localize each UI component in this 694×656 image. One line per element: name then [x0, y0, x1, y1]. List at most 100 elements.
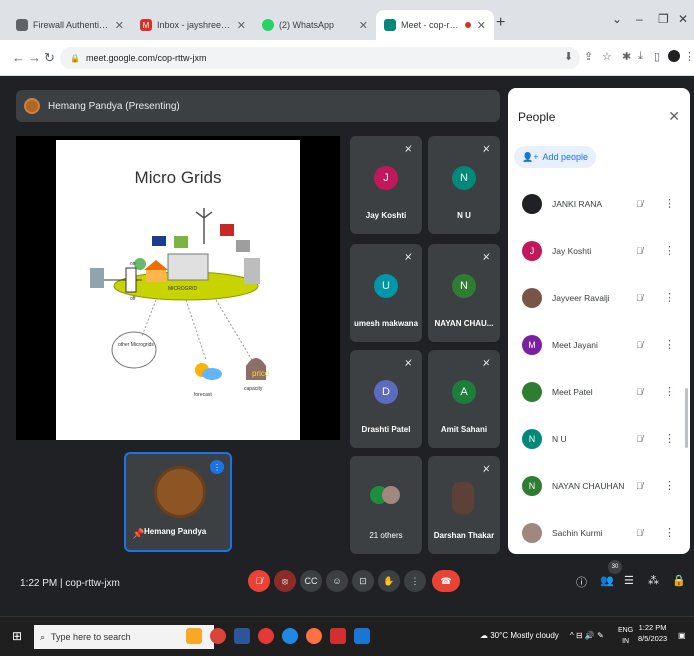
download-icon[interactable]: ⬇ — [564, 50, 573, 63]
participant-tile[interactable]: ✕̸ N N U — [428, 136, 500, 234]
raise-hand-button[interactable]: ✋ — [378, 570, 400, 592]
more-options-button[interactable]: ⋮ — [404, 570, 426, 592]
weather-widget[interactable]: ☁ 30°C Mostly cloudy — [480, 631, 559, 640]
participant-tile[interactable]: ✕̸ U umesh makwana — [350, 244, 422, 342]
people-list: JANKI RANA 🎙̸ ⋮ J Jay Koshti 🎙̸ ⋮ Jayvee… — [508, 180, 690, 554]
self-tile[interactable]: ⋮ 📌 Hemang Pandya — [124, 452, 232, 552]
list-item[interactable]: JANKI RANA 🎙̸ ⋮ — [508, 180, 690, 227]
list-item[interactable]: N NAYAN CHAUHAN 🎙̸ ⋮ — [508, 462, 690, 509]
downloads-icon[interactable]: ⤓ — [638, 50, 643, 63]
host-controls-icon[interactable]: 🔒 — [672, 574, 686, 587]
tab-gmail[interactable]: M Inbox - jayshreeramdarshan@gmail ✕ — [132, 10, 254, 40]
acrobat-icon[interactable] — [330, 628, 346, 644]
participant-tile[interactable]: ✕̸ A Amit Sahani — [428, 350, 500, 448]
more-options-icon[interactable]: ⋮ — [664, 244, 675, 257]
reload-icon[interactable]: ↻ — [44, 50, 55, 66]
list-item[interactable]: J Jay Koshti 🎙̸ ⋮ — [508, 227, 690, 274]
more-options-icon[interactable]: ⋮ — [664, 291, 675, 304]
shared-screen[interactable]: Micro Grids MICROGRID on off other Micro… — [16, 136, 340, 440]
language-indicator[interactable]: ENG IN — [618, 625, 633, 647]
system-tray-icons[interactable]: ^ ⊟ 🔊 ✎ — [570, 631, 604, 640]
windows-start-icon[interactable]: ⊞ — [12, 629, 22, 643]
list-item[interactable]: N N U 🎙̸ ⋮ — [508, 415, 690, 462]
people-scrollbar[interactable] — [685, 388, 688, 448]
muted-mic-icon: 🎙̸ — [636, 527, 643, 538]
list-item[interactable]: M Meet Jayani 🎙̸ ⋮ — [508, 321, 690, 368]
more-options-icon[interactable]: ⋮ — [664, 479, 675, 492]
add-people-button[interactable]: 👤+ Add people — [514, 146, 597, 168]
list-item[interactable]: Meet Patel 🎙̸ ⋮ — [508, 368, 690, 415]
url-field[interactable]: 🔒 meet.google.com/cop-rttw-jxm — [60, 47, 580, 69]
emoji-button[interactable]: ☺ — [326, 570, 348, 592]
brave-icon[interactable] — [306, 628, 322, 644]
mic-toggle-button[interactable]: 🎙̸ — [248, 570, 270, 592]
pin-icon[interactable]: 📌 — [132, 529, 144, 540]
file-explorer-icon[interactable] — [186, 628, 202, 644]
chat-icon[interactable]: ☰ — [624, 574, 634, 587]
more-options-icon[interactable]: ⋮ — [664, 526, 675, 539]
person-name: Jay Koshti — [552, 245, 592, 256]
taskbar-clock[interactable]: 1:22 PM 8/5/2023 — [638, 622, 667, 644]
muted-mic-icon: 🎙̸ — [636, 386, 643, 397]
back-icon[interactable]: ← — [12, 50, 25, 65]
chrome-icon[interactable] — [210, 628, 226, 644]
close-tab-icon[interactable]: ✕ — [237, 19, 246, 32]
more-options-icon[interactable]: ⋮ — [664, 197, 675, 210]
participant-name: Jay Koshti — [365, 211, 407, 220]
price-label: price — [252, 369, 270, 378]
new-tab-button[interactable]: + — [496, 14, 505, 32]
tab-search-icon[interactable]: ⌄ — [612, 12, 622, 26]
word-icon[interactable] — [234, 628, 250, 644]
speaking-indicator-icon: ⋮ — [210, 460, 224, 474]
muted-mic-icon: 🎙̸ — [636, 480, 643, 491]
profile-avatar[interactable] — [668, 50, 680, 62]
opera-icon[interactable] — [258, 628, 274, 644]
muted-mic-icon: 🎙̸ — [636, 433, 643, 444]
avatar: N — [452, 274, 476, 298]
sidepanel-icon[interactable]: ▯ — [654, 50, 660, 63]
captions-button[interactable]: CC — [300, 570, 322, 592]
leave-call-button[interactable]: ☎ — [432, 570, 460, 592]
close-tab-icon[interactable]: ✕ — [115, 19, 124, 32]
avatar: J — [374, 166, 398, 190]
more-options-icon[interactable]: ⋮ — [664, 385, 675, 398]
activities-icon[interactable]: ⁂ — [648, 574, 659, 587]
present-button[interactable]: ⊡ — [352, 570, 374, 592]
notifications-icon[interactable]: ▣ — [678, 631, 686, 640]
close-panel-icon[interactable]: ✕ — [668, 108, 680, 125]
close-tab-icon[interactable]: ✕ — [477, 19, 486, 32]
bookmark-star-icon[interactable]: ☆ — [602, 50, 612, 63]
presenter-label: Hemang Pandya (Presenting) — [48, 100, 180, 112]
close-window-icon[interactable]: ✕ — [678, 12, 688, 26]
participant-tile[interactable]: ✕̸ D Drashti Patel — [350, 350, 422, 448]
participant-tile[interactable]: ✕̸ N NAYAN CHAU... — [428, 244, 500, 342]
more-options-icon[interactable]: ⋮ — [664, 338, 675, 351]
participant-tile[interactable]: ✕̸ J Jay Koshti — [350, 136, 422, 234]
media-player-icon[interactable] — [282, 628, 298, 644]
person-name: Meet Jayani — [552, 339, 598, 350]
people-button[interactable]: 👥 — [600, 574, 614, 587]
menu-icon[interactable]: ⋮ — [684, 50, 694, 63]
lock-icon: 🔒 — [70, 53, 80, 63]
tab-firewall[interactable]: Firewall Authentication Keepalive ✕ — [8, 10, 132, 40]
participant-tile[interactable]: ✕̸ Darshan Thakar — [428, 456, 500, 554]
share-icon[interactable]: ⇪ — [584, 50, 593, 63]
close-tab-icon[interactable]: ✕ — [359, 19, 368, 32]
list-item[interactable]: Sachin Kurmi 🎙̸ ⋮ — [508, 509, 690, 554]
avatar — [522, 193, 542, 214]
app-icon[interactable] — [354, 628, 370, 644]
minimize-icon[interactable]: – — [636, 12, 643, 26]
tab-meet[interactable]: Meet - cop-rttw-jxm ✕ — [376, 10, 494, 40]
list-item[interactable]: Jayveer Ravalji 🎙̸ ⋮ — [508, 274, 690, 321]
tab-whatsapp[interactable]: (2) WhatsApp ✕ — [254, 10, 376, 40]
address-bar-row: ← → ↻ 🔒 meet.google.com/cop-rttw-jxm ⬇ ⇪… — [0, 40, 694, 76]
more-options-icon[interactable]: ⋮ — [664, 432, 675, 445]
firewall-icon — [16, 19, 28, 31]
others-tile[interactable]: 21 others — [350, 456, 422, 554]
forward-icon[interactable]: → — [28, 50, 41, 65]
participant-name: N U — [457, 211, 471, 220]
meeting-details-icon[interactable]: ⓘ — [576, 574, 587, 590]
restore-icon[interactable]: ❐ — [658, 12, 669, 26]
camera-toggle-button[interactable]: ⦻ — [274, 570, 296, 592]
extensions-icon[interactable]: ✱ — [622, 50, 631, 63]
